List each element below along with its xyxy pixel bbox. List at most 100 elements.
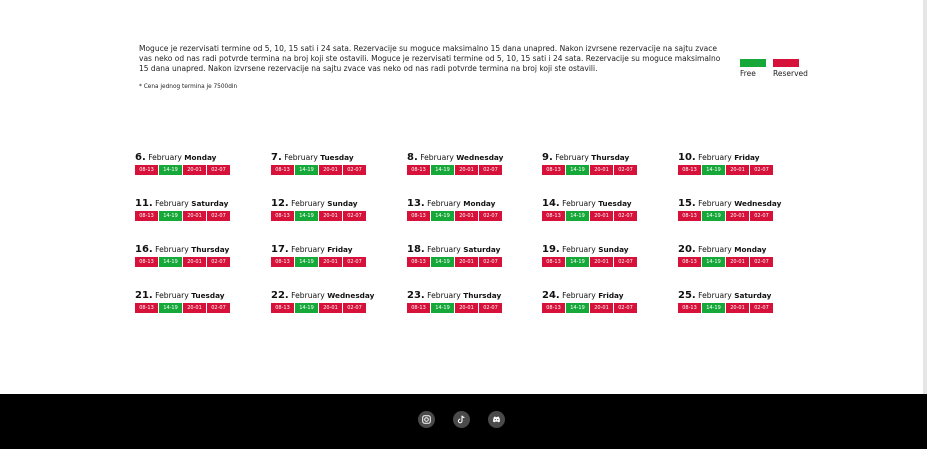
time-slot-reserved[interactable]: 08-13 bbox=[271, 257, 294, 267]
time-slot-free[interactable]: 14-19 bbox=[295, 303, 318, 313]
time-slot-reserved[interactable]: 08-13 bbox=[678, 257, 701, 267]
time-slot-reserved[interactable]: 02-07 bbox=[479, 165, 502, 175]
time-slot-reserved[interactable]: 08-13 bbox=[135, 165, 158, 175]
time-slots: 08-13 14-19 20-01 02-07 bbox=[678, 211, 788, 221]
time-slot-reserved[interactable]: 08-13 bbox=[542, 257, 565, 267]
instagram-icon[interactable] bbox=[418, 411, 435, 428]
time-slot-reserved[interactable]: 08-13 bbox=[678, 165, 701, 175]
time-slot-reserved[interactable]: 20-01 bbox=[455, 165, 478, 175]
time-slot-free[interactable]: 14-19 bbox=[159, 257, 182, 267]
time-slot-free[interactable]: 14-19 bbox=[702, 165, 725, 175]
day-number: 18. bbox=[407, 244, 425, 255]
day-card: 14. February Tuesday 08-13 14-19 20-01 02-07 bbox=[542, 199, 652, 221]
day-weekday: Sunday bbox=[327, 199, 358, 208]
time-slot-free[interactable]: 14-19 bbox=[295, 257, 318, 267]
time-slot-reserved[interactable]: 20-01 bbox=[590, 257, 613, 267]
time-slot-reserved[interactable]: 02-07 bbox=[614, 303, 637, 313]
time-slot-reserved[interactable]: 02-07 bbox=[207, 211, 230, 221]
time-slot-reserved[interactable]: 02-07 bbox=[479, 257, 502, 267]
day-number: 22. bbox=[271, 290, 289, 301]
page-scrollbar[interactable] bbox=[923, 0, 927, 394]
time-slot-reserved[interactable]: 20-01 bbox=[590, 165, 613, 175]
time-slot-reserved[interactable]: 08-13 bbox=[271, 165, 294, 175]
time-slot-reserved[interactable]: 02-07 bbox=[479, 303, 502, 313]
time-slot-reserved[interactable]: 02-07 bbox=[750, 165, 773, 175]
day-number: 10. bbox=[678, 152, 696, 163]
time-slot-free[interactable]: 14-19 bbox=[159, 165, 182, 175]
day-title: 18. February Saturday bbox=[407, 245, 517, 255]
time-slot-free[interactable]: 14-19 bbox=[702, 211, 725, 221]
time-slot-free[interactable]: 14-19 bbox=[431, 165, 454, 175]
time-slot-reserved[interactable]: 20-01 bbox=[590, 211, 613, 221]
time-slot-reserved[interactable]: 20-01 bbox=[726, 211, 749, 221]
tiktok-icon[interactable] bbox=[453, 411, 470, 428]
time-slot-reserved[interactable]: 08-13 bbox=[135, 211, 158, 221]
day-title: 6. February Monday bbox=[135, 153, 245, 163]
day-weekday: Thursday bbox=[463, 291, 502, 300]
time-slot-reserved[interactable]: 02-07 bbox=[614, 257, 637, 267]
time-slot-reserved[interactable]: 20-01 bbox=[455, 211, 478, 221]
time-slot-reserved[interactable]: 08-13 bbox=[271, 303, 294, 313]
time-slot-free[interactable]: 14-19 bbox=[566, 303, 589, 313]
time-slot-reserved[interactable]: 02-07 bbox=[343, 303, 366, 313]
time-slot-free[interactable]: 14-19 bbox=[431, 303, 454, 313]
day-month: February bbox=[148, 153, 182, 162]
time-slot-free[interactable]: 14-19 bbox=[159, 211, 182, 221]
time-slot-reserved[interactable]: 20-01 bbox=[183, 211, 206, 221]
time-slot-reserved[interactable]: 02-07 bbox=[750, 211, 773, 221]
time-slot-free[interactable]: 14-19 bbox=[431, 257, 454, 267]
time-slot-reserved[interactable]: 02-07 bbox=[343, 165, 366, 175]
time-slot-reserved[interactable]: 02-07 bbox=[207, 165, 230, 175]
time-slot-reserved[interactable]: 20-01 bbox=[726, 303, 749, 313]
time-slot-reserved[interactable]: 20-01 bbox=[726, 257, 749, 267]
time-slot-free[interactable]: 14-19 bbox=[295, 211, 318, 221]
price-note: * Cena jednog termina je 7500din bbox=[139, 84, 238, 90]
time-slot-reserved[interactable]: 20-01 bbox=[183, 257, 206, 267]
time-slot-reserved[interactable]: 08-13 bbox=[542, 211, 565, 221]
time-slot-reserved[interactable]: 20-01 bbox=[455, 257, 478, 267]
time-slot-reserved[interactable]: 08-13 bbox=[678, 303, 701, 313]
time-slot-free[interactable]: 14-19 bbox=[702, 303, 725, 313]
time-slot-reserved[interactable]: 08-13 bbox=[135, 303, 158, 313]
time-slot-reserved[interactable]: 02-07 bbox=[343, 211, 366, 221]
time-slot-reserved[interactable]: 20-01 bbox=[319, 211, 342, 221]
time-slot-reserved[interactable]: 20-01 bbox=[183, 165, 206, 175]
time-slot-reserved[interactable]: 20-01 bbox=[183, 303, 206, 313]
time-slot-reserved[interactable]: 20-01 bbox=[319, 257, 342, 267]
time-slot-reserved[interactable]: 08-13 bbox=[407, 165, 430, 175]
time-slot-reserved[interactable]: 20-01 bbox=[726, 165, 749, 175]
time-slot-free[interactable]: 14-19 bbox=[431, 211, 454, 221]
time-slot-free[interactable]: 14-19 bbox=[702, 257, 725, 267]
time-slot-reserved[interactable]: 20-01 bbox=[455, 303, 478, 313]
time-slot-reserved[interactable]: 08-13 bbox=[407, 303, 430, 313]
time-slot-reserved[interactable]: 08-13 bbox=[407, 257, 430, 267]
time-slot-free[interactable]: 14-19 bbox=[159, 303, 182, 313]
time-slot-free[interactable]: 14-19 bbox=[566, 211, 589, 221]
time-slot-reserved[interactable]: 02-07 bbox=[614, 165, 637, 175]
time-slot-reserved[interactable]: 08-13 bbox=[271, 211, 294, 221]
day-card: 17. February Friday 08-13 14-19 20-01 02-07 bbox=[271, 245, 381, 267]
time-slot-reserved[interactable]: 02-07 bbox=[750, 303, 773, 313]
time-slot-reserved[interactable]: 20-01 bbox=[319, 165, 342, 175]
time-slot-reserved[interactable]: 02-07 bbox=[207, 257, 230, 267]
time-slot-reserved[interactable]: 08-13 bbox=[542, 165, 565, 175]
time-slot-reserved[interactable]: 08-13 bbox=[678, 211, 701, 221]
day-title: 25. February Saturday bbox=[678, 291, 788, 301]
discord-icon[interactable] bbox=[488, 411, 505, 428]
time-slot-reserved[interactable]: 20-01 bbox=[590, 303, 613, 313]
time-slot-reserved[interactable]: 02-07 bbox=[207, 303, 230, 313]
time-slot-reserved[interactable]: 02-07 bbox=[750, 257, 773, 267]
time-slot-reserved[interactable]: 02-07 bbox=[343, 257, 366, 267]
time-slot-reserved[interactable]: 02-07 bbox=[614, 211, 637, 221]
time-slots: 08-13 14-19 20-01 02-07 bbox=[271, 165, 381, 175]
time-slot-reserved[interactable]: 20-01 bbox=[319, 303, 342, 313]
time-slot-reserved[interactable]: 02-07 bbox=[479, 211, 502, 221]
time-slot-free[interactable]: 14-19 bbox=[566, 257, 589, 267]
day-month: February bbox=[562, 291, 596, 300]
time-slots: 08-13 14-19 20-01 02-07 bbox=[271, 257, 381, 267]
time-slot-reserved[interactable]: 08-13 bbox=[135, 257, 158, 267]
time-slot-free[interactable]: 14-19 bbox=[566, 165, 589, 175]
time-slot-reserved[interactable]: 08-13 bbox=[542, 303, 565, 313]
time-slot-free[interactable]: 14-19 bbox=[295, 165, 318, 175]
time-slot-reserved[interactable]: 08-13 bbox=[407, 211, 430, 221]
